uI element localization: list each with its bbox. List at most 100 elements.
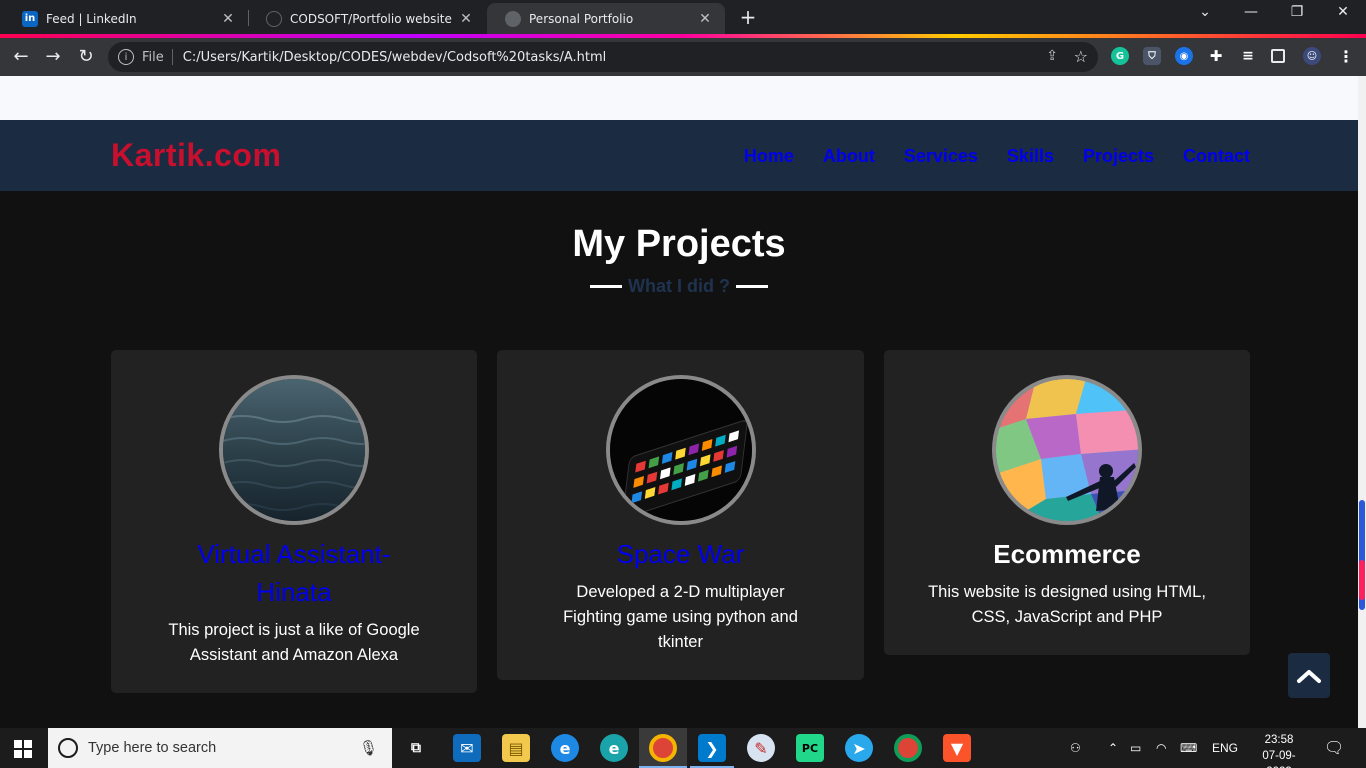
- section-subtitle-row: What I did ?: [0, 276, 1358, 297]
- close-tab-icon[interactable]: ✕: [695, 11, 715, 27]
- reload-button[interactable]: ↻: [75, 46, 97, 68]
- description-line: Developed a 2-D multiplayer: [576, 583, 785, 601]
- project-card-space-war: Space War Developed a 2-D multiplayer Fi…: [497, 350, 864, 680]
- file-explorer-icon[interactable]: ▤: [502, 734, 530, 762]
- clock-time: 23:58: [1264, 734, 1294, 746]
- windows-taskbar: Type here to search 🎙 ⧉ ✉ ▤ e e ❯ ✎ PC ➤…: [0, 728, 1366, 768]
- close-tab-icon[interactable]: ✕: [218, 11, 238, 27]
- side-panel-icon[interactable]: [1271, 49, 1285, 63]
- edge-icon[interactable]: e: [600, 734, 628, 762]
- site-navbar: Kartik.com Home About Services Skills Pr…: [0, 120, 1358, 191]
- subtitle-line-right: [735, 285, 768, 288]
- site-logo[interactable]: Kartik.com: [111, 137, 281, 174]
- minimize-button[interactable]: —: [1241, 4, 1261, 20]
- back-button[interactable]: ←: [10, 46, 32, 68]
- description-line: tkinter: [658, 633, 703, 651]
- microphone-icon[interactable]: 🎙: [359, 739, 378, 757]
- grammarly-icon[interactable]: G: [1111, 47, 1129, 65]
- notification-icon[interactable]: 🗨: [1324, 728, 1344, 768]
- new-tab-button[interactable]: +: [738, 5, 758, 29]
- url-text[interactable]: C:/Users/Kartik/Desktop/CODES/webdev/Cod…: [183, 50, 606, 65]
- nav-link-about[interactable]: About: [823, 146, 875, 167]
- search-placeholder: Type here to search: [88, 740, 217, 756]
- nav-link-skills[interactable]: Skills: [1007, 146, 1054, 167]
- project-description: This website is designed using HTML, CSS…: [922, 580, 1212, 630]
- scheme-label: File: [142, 49, 164, 65]
- wifi-icon[interactable]: ◠: [1156, 728, 1166, 768]
- nav-link-contact[interactable]: Contact: [1183, 146, 1250, 167]
- chrome-profile-icon[interactable]: [894, 734, 922, 762]
- close-window-button[interactable]: ✕: [1333, 4, 1353, 20]
- chevron-up-icon: [1297, 669, 1321, 683]
- project-card-virtual-assistant: Virtual Assistant- Hinata This project i…: [111, 350, 477, 693]
- keyboard-icon[interactable]: ⌨: [1180, 728, 1197, 768]
- scrollbar-thumb-accent: [1359, 560, 1365, 600]
- project-title-link[interactable]: Space War: [547, 535, 814, 573]
- description-line: CSS, JavaScript and PHP: [971, 608, 1163, 626]
- description-line: This website is designed using HTML,: [928, 583, 1206, 601]
- clock-date: 07-09-2023: [1262, 750, 1296, 768]
- browser-toolbar: ← → ↻ i File C:/Users/Kartik/Desktop/COD…: [0, 38, 1366, 76]
- tab-personal-portfolio[interactable]: Personal Portfolio ✕: [487, 3, 725, 34]
- page-viewport: Kartik.com Home About Services Skills Pr…: [0, 76, 1358, 728]
- section-subtitle: What I did ?: [628, 276, 730, 296]
- scroll-to-top-button[interactable]: [1288, 653, 1330, 698]
- page-scrollbar[interactable]: [1358, 76, 1366, 728]
- paint-icon[interactable]: ✎: [747, 734, 775, 762]
- project-image-water: [219, 375, 369, 525]
- bookmark-star-icon[interactable]: ☆: [1074, 47, 1088, 66]
- address-bar[interactable]: i File C:/Users/Kartik/Desktop/CODES/web…: [108, 42, 1098, 72]
- chrome-icon[interactable]: [649, 734, 677, 762]
- linkedin-icon: in: [22, 10, 38, 27]
- profile-avatar[interactable]: ☺: [1303, 47, 1321, 65]
- taskbar-search-box[interactable]: Type here to search 🎙: [48, 728, 392, 768]
- project-image-mural: [992, 375, 1142, 525]
- project-description: This project is just a like of Google As…: [149, 618, 439, 668]
- windows-start-button[interactable]: [14, 740, 32, 758]
- tab-search-chevron-icon[interactable]: ⌄: [1195, 4, 1215, 20]
- nav-link-services[interactable]: Services: [904, 146, 978, 167]
- vscode-icon[interactable]: ❯: [698, 734, 726, 762]
- tab-label: Personal Portfolio: [529, 11, 634, 26]
- system-clock[interactable]: 23:58 07-09-2023: [1250, 732, 1308, 768]
- project-title: Ecommerce: [993, 539, 1141, 569]
- forward-button[interactable]: →: [42, 46, 64, 68]
- menu-kebab-icon[interactable]: ⋮: [1337, 47, 1355, 66]
- telegram-icon[interactable]: ➤: [845, 734, 873, 762]
- tab-linkedin[interactable]: in Feed | LinkedIn ✕: [4, 3, 248, 34]
- section-title: My Projects: [572, 223, 786, 265]
- battery-icon[interactable]: ▭: [1130, 728, 1141, 768]
- nav-link-projects[interactable]: Projects: [1083, 146, 1154, 167]
- site-nav-links: Home About Services Skills Projects Cont…: [744, 146, 1250, 167]
- project-title-link[interactable]: Virtual Assistant- Hinata: [161, 535, 427, 611]
- description-line: Fighting game using python and: [563, 608, 798, 626]
- globe-icon: [505, 10, 521, 27]
- nav-link-home[interactable]: Home: [744, 146, 794, 167]
- brave-icon[interactable]: ▼: [943, 734, 971, 762]
- project-card-ecommerce: Ecommerce This website is designed using…: [884, 350, 1250, 655]
- extensions-puzzle-icon[interactable]: ✚: [1207, 47, 1225, 65]
- people-icon[interactable]: ⚇: [1070, 728, 1081, 768]
- pycharm-icon[interactable]: PC: [796, 734, 824, 762]
- tab-github[interactable]: CODSOFT/Portfolio website at m ✕: [248, 3, 486, 34]
- tab-label: CODSOFT/Portfolio website at m: [290, 11, 456, 26]
- close-tab-icon[interactable]: ✕: [456, 11, 476, 27]
- edge-legacy-icon[interactable]: e: [551, 734, 579, 762]
- shield-extension-icon[interactable]: ⛉: [1143, 47, 1161, 65]
- description-line: This project is just a like of Google: [168, 621, 420, 639]
- project-description: Developed a 2-D multiplayer Fighting gam…: [535, 580, 826, 655]
- tab-label: Feed | LinkedIn: [46, 11, 137, 26]
- maximize-button[interactable]: ❐: [1287, 4, 1307, 20]
- cortana-circle-icon: [58, 738, 78, 758]
- info-icon[interactable]: i: [118, 49, 134, 65]
- github-icon: [266, 10, 282, 27]
- project-image-phone: [605, 375, 756, 525]
- input-language[interactable]: ENG: [1212, 728, 1238, 768]
- mail-icon[interactable]: ✉: [453, 734, 481, 762]
- tray-chevron-up-icon[interactable]: ⌃: [1108, 728, 1118, 768]
- globe-extension-icon[interactable]: ◉: [1175, 47, 1193, 65]
- share-icon[interactable]: ⇪: [1046, 48, 1058, 64]
- subtitle-line-left: [590, 285, 622, 288]
- task-view-icon[interactable]: ⧉: [402, 734, 430, 762]
- reading-list-icon[interactable]: ≡: [1239, 47, 1257, 65]
